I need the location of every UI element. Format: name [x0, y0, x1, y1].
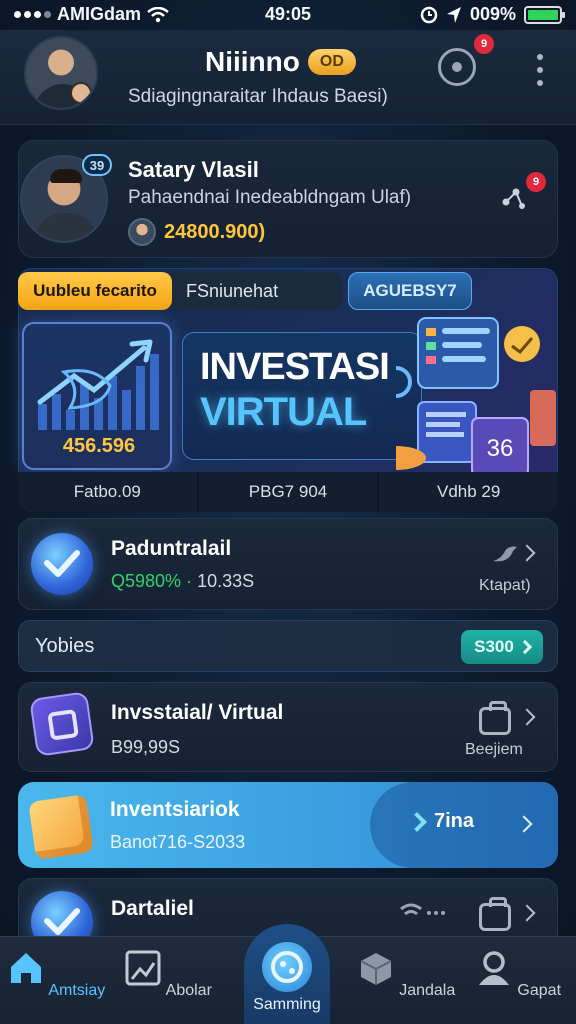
- image-icon: [125, 950, 161, 986]
- chevron-right-icon: [518, 544, 536, 562]
- card-side-label: Ktapat): [479, 577, 531, 594]
- more-menu-icon[interactable]: [534, 54, 546, 86]
- nav-about[interactable]: Abolar: [118, 949, 218, 1000]
- chat-button[interactable]: [438, 48, 476, 86]
- battery-percent: 009%: [469, 4, 516, 24]
- yobies-row[interactable]: Yobies S300: [18, 620, 558, 672]
- tab-recommended[interactable]: FSniunehat: [172, 272, 342, 310]
- card-subtitle: Q5980% · 10.33S: [111, 571, 254, 592]
- bag-icon: [479, 701, 511, 735]
- highlight-subtitle: Banot716-S2033: [110, 832, 246, 852]
- card-value: 10.33S: [197, 571, 255, 591]
- gamepad-icon: [262, 942, 312, 992]
- list-card[interactable]: Invsstaial/ Virtual B99,99S Beejiem: [18, 682, 558, 772]
- coin-icon: OD: [307, 49, 356, 75]
- card-change: Q5980% ·: [111, 571, 193, 591]
- battery-icon: [524, 5, 565, 24]
- stat-item: Fatbo.09: [73, 482, 141, 501]
- card-title: Invsstaial/ Virtual: [111, 701, 284, 724]
- tab-favorites[interactable]: Uubleu fecarito: [18, 272, 172, 310]
- yobies-label: Yobies: [35, 635, 95, 657]
- location-icon: [446, 6, 461, 23]
- tab-code[interactable]: AGUEBSY7: [348, 272, 472, 310]
- stat-item: PBG7 904: [196, 472, 378, 512]
- highlight-card[interactable]: Inventsiariok Banot716-S2033 7ina: [18, 782, 558, 868]
- arrow-right-icon: [407, 811, 427, 832]
- chat-badge: 9: [474, 34, 494, 54]
- chevron-right-icon: [518, 708, 536, 726]
- box-icon: [28, 794, 94, 860]
- card-number: 36: [487, 435, 514, 462]
- chat-icon: [452, 62, 462, 72]
- wifi-dots-icon: [400, 903, 445, 916]
- home-icon: [10, 953, 41, 983]
- nav-center-button[interactable]: Samming: [244, 924, 330, 1024]
- arrow-right-icon: [517, 639, 532, 655]
- chart-card[interactable]: 456.596: [22, 322, 172, 470]
- user-name: Niiinno: [205, 46, 300, 77]
- chevron-right-icon: [518, 904, 536, 922]
- header-subtitle: Sdiagingnaraitar Ihdaus Baesi): [128, 86, 388, 107]
- box-icon: [360, 953, 392, 985]
- banner-stats: Fatbo.09 PBG7 904 Vdhb 29: [18, 472, 558, 512]
- shield-check-icon: [31, 533, 93, 595]
- nav-profile[interactable]: Gapat: [468, 949, 568, 1000]
- bag-icon: [479, 897, 511, 931]
- card-title: Paduntralail: [111, 537, 232, 560]
- bird-icon: [493, 546, 517, 562]
- header-title: Niiinno OD: [205, 46, 356, 78]
- balance-value: 24800.900): [164, 220, 266, 243]
- profile-subtitle: Pahaendnai Inedeabldngam Ulaf): [128, 187, 412, 208]
- share-icon[interactable]: [500, 182, 528, 210]
- app-tile-icon: [29, 691, 95, 757]
- nav-home[interactable]: Amtsiay: [6, 949, 106, 1000]
- highlight-title: Inventsiariok: [110, 798, 240, 821]
- nav-center-label: Samming: [253, 996, 321, 1013]
- chart-value: 456.596: [62, 435, 136, 457]
- growth-chart-icon: [37, 339, 159, 430]
- alarm-icon: [420, 6, 438, 23]
- nav-calendar[interactable]: Jandala: [356, 949, 456, 1000]
- level-badge: 39: [82, 154, 112, 176]
- user-avatar[interactable]: [24, 36, 98, 110]
- dashboard-illustration: 36: [396, 317, 556, 477]
- mini-avatar: [128, 218, 156, 246]
- highlight-cta[interactable]: 7ina: [407, 810, 474, 833]
- hero-title-line1: INVESTASI: [200, 346, 390, 388]
- card-title: Dartaliel: [111, 897, 194, 920]
- card-value: B99,99S: [111, 737, 181, 757]
- list-card[interactable]: Paduntralail Q5980% · 10.33S Ktapat): [18, 518, 558, 610]
- stat-item: Vdhb 29: [377, 472, 558, 512]
- profile-name: Satary Vlasil: [128, 157, 259, 182]
- profile-balance: 24800.900): [128, 218, 265, 246]
- hero-title-line2: VIRTUAL: [200, 390, 367, 434]
- share-badge: 9: [526, 172, 546, 192]
- status-bar: AMIGdam 49:05 009%: [0, 0, 576, 30]
- user-icon: [478, 951, 509, 985]
- card-side-label: Beejiem: [465, 741, 523, 758]
- yobies-button[interactable]: S300: [461, 630, 543, 664]
